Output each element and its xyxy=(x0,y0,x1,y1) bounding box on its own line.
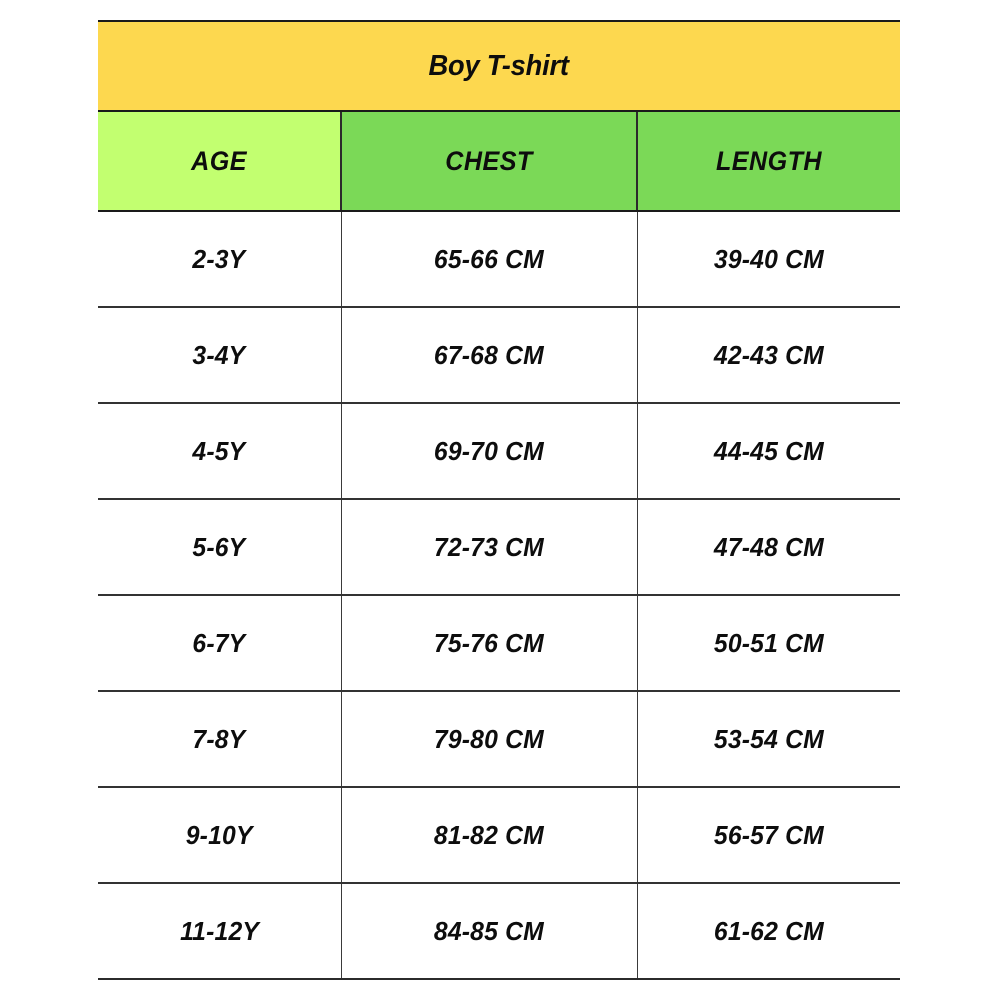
cell-age-value: 7-8Y xyxy=(192,723,246,754)
column-header-length: LENGTH xyxy=(635,111,901,212)
cell-length-value: 50-51 CM xyxy=(713,627,824,658)
cell-length: 47-48 CM xyxy=(636,499,901,596)
cell-age-value: 6-7Y xyxy=(192,627,246,658)
table-row: 4-5Y 69-70 CM 44-45 CM xyxy=(98,403,901,500)
cell-length-value: 61-62 CM xyxy=(713,915,824,946)
cell-chest: 65-66 CM xyxy=(340,211,638,308)
cell-chest: 84-85 CM xyxy=(340,883,638,980)
cell-chest: 67-68 CM xyxy=(340,307,638,404)
cell-length: 61-62 CM xyxy=(636,883,901,980)
cell-age: 9-10Y xyxy=(98,787,342,884)
cell-chest: 75-76 CM xyxy=(340,595,638,692)
cell-chest: 72-73 CM xyxy=(340,499,638,596)
cell-age: 3-4Y xyxy=(98,307,342,404)
cell-age-value: 4-5Y xyxy=(192,435,246,466)
table-row: 9-10Y 81-82 CM 56-57 CM xyxy=(98,787,901,884)
cell-age: 5-6Y xyxy=(98,499,342,596)
cell-age: 6-7Y xyxy=(98,595,342,692)
cell-length: 39-40 CM xyxy=(636,211,901,308)
cell-chest-value: 67-68 CM xyxy=(434,339,544,370)
chart-title-cell: Boy T-shirt xyxy=(98,20,901,112)
table-row: 7-8Y 79-80 CM 53-54 CM xyxy=(98,691,901,788)
column-header-length-label: LENGTH xyxy=(715,145,823,176)
size-chart-root: Boy T-shirt AGE CHEST LENGTH 2-3Y 65-66 C… xyxy=(0,0,1000,1000)
cell-age-value: 3-4Y xyxy=(192,339,246,370)
cell-chest: 69-70 CM xyxy=(340,403,638,500)
size-chart-table: Boy T-shirt AGE CHEST LENGTH 2-3Y 65-66 C… xyxy=(98,20,901,980)
cell-chest: 79-80 CM xyxy=(340,691,638,788)
cell-chest: 81-82 CM xyxy=(340,787,638,884)
table-row: 5-6Y 72-73 CM 47-48 CM xyxy=(98,499,901,596)
cell-chest-value: 75-76 CM xyxy=(434,627,544,658)
cell-length: 53-54 CM xyxy=(636,691,901,788)
cell-chest-value: 72-73 CM xyxy=(434,531,544,562)
cell-length-value: 56-57 CM xyxy=(713,819,824,850)
column-header-row: AGE CHEST LENGTH xyxy=(98,111,901,212)
cell-length-value: 39-40 CM xyxy=(713,243,824,274)
cell-length-value: 53-54 CM xyxy=(713,723,824,754)
cell-chest-value: 81-82 CM xyxy=(434,819,544,850)
table-row: 3-4Y 67-68 CM 42-43 CM xyxy=(98,307,901,404)
cell-chest-value: 69-70 CM xyxy=(434,435,544,466)
table-row: 11-12Y 84-85 CM 61-62 CM xyxy=(98,883,901,980)
column-header-age: AGE xyxy=(98,111,342,212)
cell-age: 4-5Y xyxy=(98,403,342,500)
cell-age: 2-3Y xyxy=(98,211,342,308)
cell-age: 7-8Y xyxy=(98,691,342,788)
cell-length: 42-43 CM xyxy=(636,307,901,404)
cell-chest-value: 65-66 CM xyxy=(434,243,544,274)
table-row: 2-3Y 65-66 CM 39-40 CM xyxy=(98,211,901,308)
cell-length-value: 42-43 CM xyxy=(713,339,824,370)
table-row: 6-7Y 75-76 CM 50-51 CM xyxy=(98,595,901,692)
chart-title-row: Boy T-shirt xyxy=(98,20,901,112)
cell-length: 56-57 CM xyxy=(636,787,901,884)
cell-age: 11-12Y xyxy=(98,883,342,980)
cell-chest-value: 84-85 CM xyxy=(434,915,544,946)
cell-length-value: 44-45 CM xyxy=(713,435,824,466)
cell-age-value: 5-6Y xyxy=(192,531,246,562)
column-header-age-label: AGE xyxy=(191,145,247,176)
chart-title: Boy T-shirt xyxy=(428,49,570,82)
cell-chest-value: 79-80 CM xyxy=(434,723,544,754)
cell-length: 44-45 CM xyxy=(636,403,901,500)
cell-age-value: 11-12Y xyxy=(179,915,259,946)
column-header-chest-label: CHEST xyxy=(445,145,533,176)
cell-age-value: 9-10Y xyxy=(185,819,253,850)
cell-age-value: 2-3Y xyxy=(192,243,246,274)
cell-length-value: 47-48 CM xyxy=(713,531,824,562)
column-header-chest: CHEST xyxy=(340,111,638,212)
cell-length: 50-51 CM xyxy=(636,595,901,692)
